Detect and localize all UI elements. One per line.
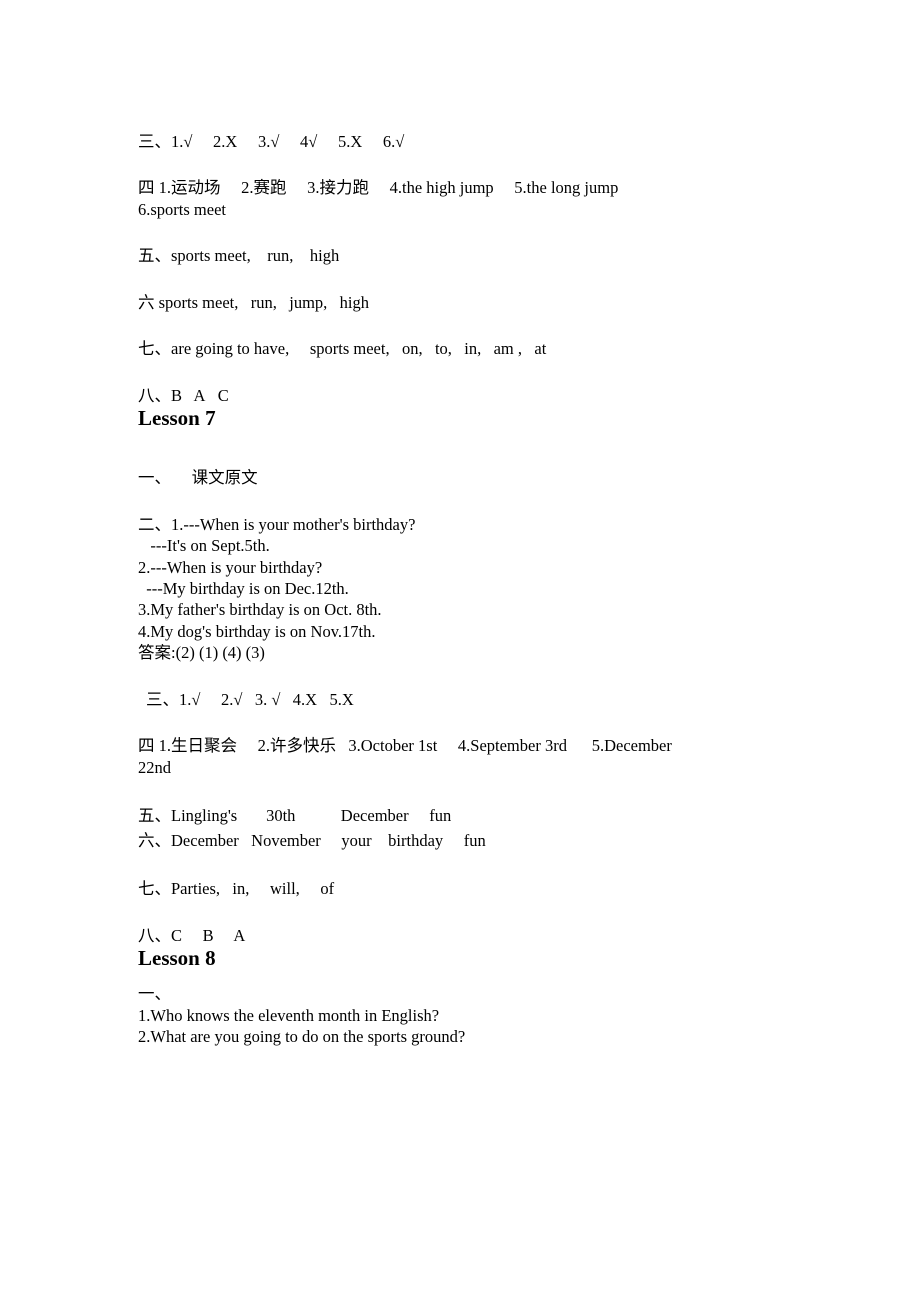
lesson6-answer-7: 七、are going to have, sports meet, on, to… [138, 339, 547, 359]
lesson7-answer-2-line-2: ---It's on Sept.5th. [138, 536, 270, 556]
lesson6-answer-5: 五、sports meet, run, high [138, 246, 340, 266]
lesson7-answer-1: 一、 课文原文 [138, 468, 258, 488]
lesson6-answer-6: 六 sports meet, run, jump, high [138, 292, 369, 312]
lesson7-answer-2-line-5: 3.My father's birthday is on Oct. 8th. [138, 600, 382, 620]
lesson7-answer-2-line-1: 二、1.---When is your mother's birthday? [138, 514, 416, 534]
lesson7-answer-6: 六、December November your birthday fun [138, 831, 486, 851]
document-page: 三、1.√ 2.X 3.√ 4√ 5.X 6.√ 四 1.运动场 2.赛跑 3.… [0, 0, 920, 1302]
lesson7-answer-2-line-4: ---My birthday is on Dec.12th. [138, 579, 349, 598]
lesson7-answer-2-line-3: 2.---When is your birthday? [138, 557, 323, 577]
lesson7-answer-7: 七、Parties, in, will, of [138, 879, 335, 899]
lesson8-answer-1-block: 一、 1.Who knows the eleventh month in Eng… [138, 983, 828, 1047]
lesson7-answer-4-line1: 四 1.生日聚会 2.许多快乐 3.October 1st 4.Septembe… [138, 736, 672, 756]
document-content: 三、1.√ 2.X 3.√ 4√ 5.X 6.√ 四 1.运动场 2.赛跑 3.… [138, 131, 828, 1048]
lesson6-answer-8: 八、B A C [138, 385, 229, 405]
lesson8-answer-1-marker: 一、 [138, 984, 171, 1004]
lesson8-answer-1-line-1: 1.Who knows the eleventh month in Englis… [138, 1005, 440, 1025]
lesson7-answer-8: 八、C B A [138, 925, 246, 945]
lesson-8-heading: Lesson 8 [138, 946, 216, 971]
lesson7-answer-2-block: 二、1.---When is your mother's birthday? -… [138, 514, 828, 664]
lesson8-answer-1-line-2: 2.What are you going to do on the sports… [138, 1027, 466, 1047]
lesson7-answer-2-line-7: 答案:(2) (1) (4) (3) [138, 643, 265, 663]
lesson6-answer-4-line1: 四 1.运动场 2.赛跑 3.接力跑 4.the high jump 5.the… [138, 178, 619, 198]
lesson7-answer-4-line2: 22nd [138, 757, 171, 777]
lesson7-answer-5: 五、Lingling's 30th December fun [138, 806, 452, 826]
lesson6-answer-4-line2: 6.sports meet [138, 199, 226, 219]
lesson7-answer-2-line-6: 4.My dog's birthday is on Nov.17th. [138, 621, 376, 641]
lesson6-answer-3: 三、1.√ 2.X 3.√ 4√ 5.X 6.√ [138, 132, 405, 151]
lesson-7-heading: Lesson 7 [138, 406, 216, 431]
lesson7-answer-3: 三、1.√ 2.√ 3. √ 4.X 5.X [146, 689, 354, 709]
